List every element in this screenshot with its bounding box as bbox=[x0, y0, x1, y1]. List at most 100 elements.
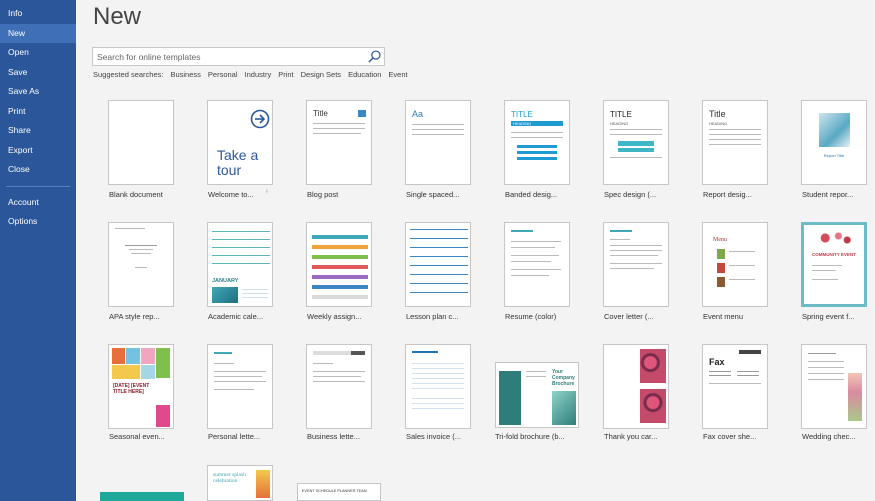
calendar-grid bbox=[212, 227, 270, 271]
nav-account[interactable]: Account bbox=[0, 193, 76, 213]
template-thumbnail[interactable]: JANUARY bbox=[207, 222, 273, 307]
nav-share[interactable]: Share bbox=[0, 121, 76, 141]
template-caption: Tri-fold brochure (b... bbox=[495, 432, 565, 441]
template-thumbnail[interactable]: Title HEADING bbox=[702, 100, 768, 185]
lesson-grid bbox=[410, 229, 468, 301]
template-thumbnail[interactable]: [DATE] [EVENT TITLE HERE] bbox=[108, 344, 174, 429]
page-title: New bbox=[93, 3, 142, 30]
thumb-title: EVENT SCHEDULE PLANNER TEAM bbox=[302, 489, 367, 493]
template-caption: Wedding chec... bbox=[802, 432, 856, 441]
template-thumbnail[interactable] bbox=[108, 222, 174, 307]
thumb-title: JANUARY bbox=[212, 278, 239, 284]
thumb-title: Title bbox=[313, 109, 328, 118]
template-thumbnail[interactable]: Your Company Brochure bbox=[495, 362, 579, 428]
suggested-event[interactable]: Event bbox=[388, 70, 407, 79]
template-thumbnail[interactable]: EVENT SCHEDULE PLANNER TEAM bbox=[297, 483, 381, 501]
template-caption: Cover letter (... bbox=[604, 312, 654, 321]
nav-close[interactable]: Close bbox=[0, 160, 76, 180]
nav-export[interactable]: Export bbox=[0, 141, 76, 161]
template-caption: Spring event f... bbox=[802, 312, 855, 321]
template-thumbnail[interactable]: Title bbox=[306, 100, 372, 185]
template-caption: Blank document bbox=[109, 190, 163, 199]
thumb-title: Report Title bbox=[823, 153, 845, 158]
thumb-title: summer splash celebration bbox=[213, 472, 246, 484]
template-caption: Event menu bbox=[703, 312, 744, 321]
thumb-title: TITLE bbox=[511, 110, 533, 119]
template-caption: Seasonal even... bbox=[109, 432, 165, 441]
template-caption: Single spaced... bbox=[406, 190, 460, 199]
search-input[interactable] bbox=[97, 49, 367, 64]
suggested-design-sets[interactable]: Design Sets bbox=[301, 70, 341, 79]
template-caption: Spec design (... bbox=[604, 190, 657, 199]
template-caption: Lesson plan c... bbox=[406, 312, 459, 321]
thumb-title: [DATE] [EVENT TITLE HERE] bbox=[113, 383, 150, 395]
template-thumbnail[interactable] bbox=[603, 222, 669, 307]
template-thumbnail[interactable] bbox=[405, 344, 471, 429]
template-thumbnail[interactable] bbox=[603, 344, 669, 429]
template-thumbnail[interactable]: TITLE HEADING bbox=[504, 100, 570, 185]
template-caption: Report desig... bbox=[703, 190, 752, 199]
thumb-title: COMMUNITY EVENT bbox=[812, 252, 856, 257]
template-caption: Academic cale... bbox=[208, 312, 264, 321]
thumb-title: Fax bbox=[709, 357, 725, 367]
template-caption: Fax cover she... bbox=[703, 432, 757, 441]
floral-decoration bbox=[848, 373, 862, 421]
template-caption: Sales invoice (... bbox=[406, 432, 462, 441]
pin-icon[interactable]: ⍿ bbox=[266, 189, 268, 197]
thumb-title: Your Company Brochure bbox=[552, 369, 575, 387]
flower-image bbox=[812, 228, 856, 248]
flower-image bbox=[640, 389, 666, 423]
thumb-title: Menu bbox=[713, 237, 727, 243]
template-caption: Welcome to... bbox=[208, 190, 254, 199]
suggested-print[interactable]: Print bbox=[278, 70, 293, 79]
template-caption: Personal lette... bbox=[208, 432, 261, 441]
invoice-table bbox=[412, 361, 464, 393]
nav-options[interactable]: Options bbox=[0, 212, 76, 232]
template-thumbnail[interactable] bbox=[108, 100, 174, 185]
template-caption: Resume (color) bbox=[505, 312, 557, 321]
image-icon bbox=[358, 110, 366, 117]
nav-open[interactable]: Open bbox=[0, 43, 76, 63]
template-thumbnail[interactable] bbox=[207, 344, 273, 429]
template-caption: Banded desig... bbox=[505, 190, 558, 199]
template-thumbnail[interactable]: Fax bbox=[702, 344, 768, 429]
thumb-title: Aa bbox=[412, 109, 424, 119]
template-thumbnail[interactable] bbox=[405, 222, 471, 307]
thumb-title: Title bbox=[709, 109, 726, 119]
template-thumbnail[interactable]: summer splash celebration bbox=[207, 465, 273, 501]
template-thumbnail[interactable] bbox=[504, 222, 570, 307]
cover-image bbox=[819, 113, 850, 147]
nav-info[interactable]: Info bbox=[0, 4, 76, 24]
nav-print[interactable]: Print bbox=[0, 102, 76, 122]
template-thumbnail[interactable]: Menu bbox=[702, 222, 768, 307]
search-icon[interactable] bbox=[367, 49, 382, 64]
suggested-personal[interactable]: Personal bbox=[208, 70, 238, 79]
nav-divider bbox=[6, 185, 70, 187]
template-thumbnail[interactable]: TITLE HEADING bbox=[603, 100, 669, 185]
template-thumbnail[interactable] bbox=[306, 344, 372, 429]
template-caption: Student repor... bbox=[802, 190, 854, 199]
template-thumbnail[interactable]: Aa bbox=[405, 100, 471, 185]
template-thumbnail[interactable]: Take a tour bbox=[207, 100, 273, 185]
suggested-industry[interactable]: Industry bbox=[245, 70, 272, 79]
nav-new[interactable]: New bbox=[0, 23, 76, 43]
template-search-box bbox=[92, 47, 385, 66]
template-caption: Weekly assign... bbox=[307, 312, 362, 321]
nav-save-as[interactable]: Save As bbox=[0, 82, 76, 102]
template-thumbnail[interactable] bbox=[306, 222, 372, 307]
thumb-title: Take a tour bbox=[217, 147, 259, 178]
template-thumbnail[interactable] bbox=[100, 492, 184, 501]
template-caption: APA style rep... bbox=[109, 312, 160, 321]
template-thumbnail[interactable]: COMMUNITY EVENT bbox=[801, 222, 867, 307]
template-thumbnail[interactable]: Report Title bbox=[801, 100, 867, 185]
template-thumbnail[interactable] bbox=[801, 344, 867, 429]
arrow-right-circle-icon bbox=[250, 109, 270, 129]
suggested-business[interactable]: Business bbox=[170, 70, 200, 79]
suggested-searches: Suggested searches: Business Personal In… bbox=[93, 70, 408, 79]
backstage-sidebar: Info New Open Save Save As Print Share E… bbox=[0, 0, 76, 501]
thumb-title: TITLE bbox=[610, 110, 632, 119]
suggested-label: Suggested searches: bbox=[93, 70, 164, 79]
template-caption: Business lette... bbox=[307, 432, 360, 441]
suggested-education[interactable]: Education bbox=[348, 70, 381, 79]
nav-save[interactable]: Save bbox=[0, 63, 76, 83]
